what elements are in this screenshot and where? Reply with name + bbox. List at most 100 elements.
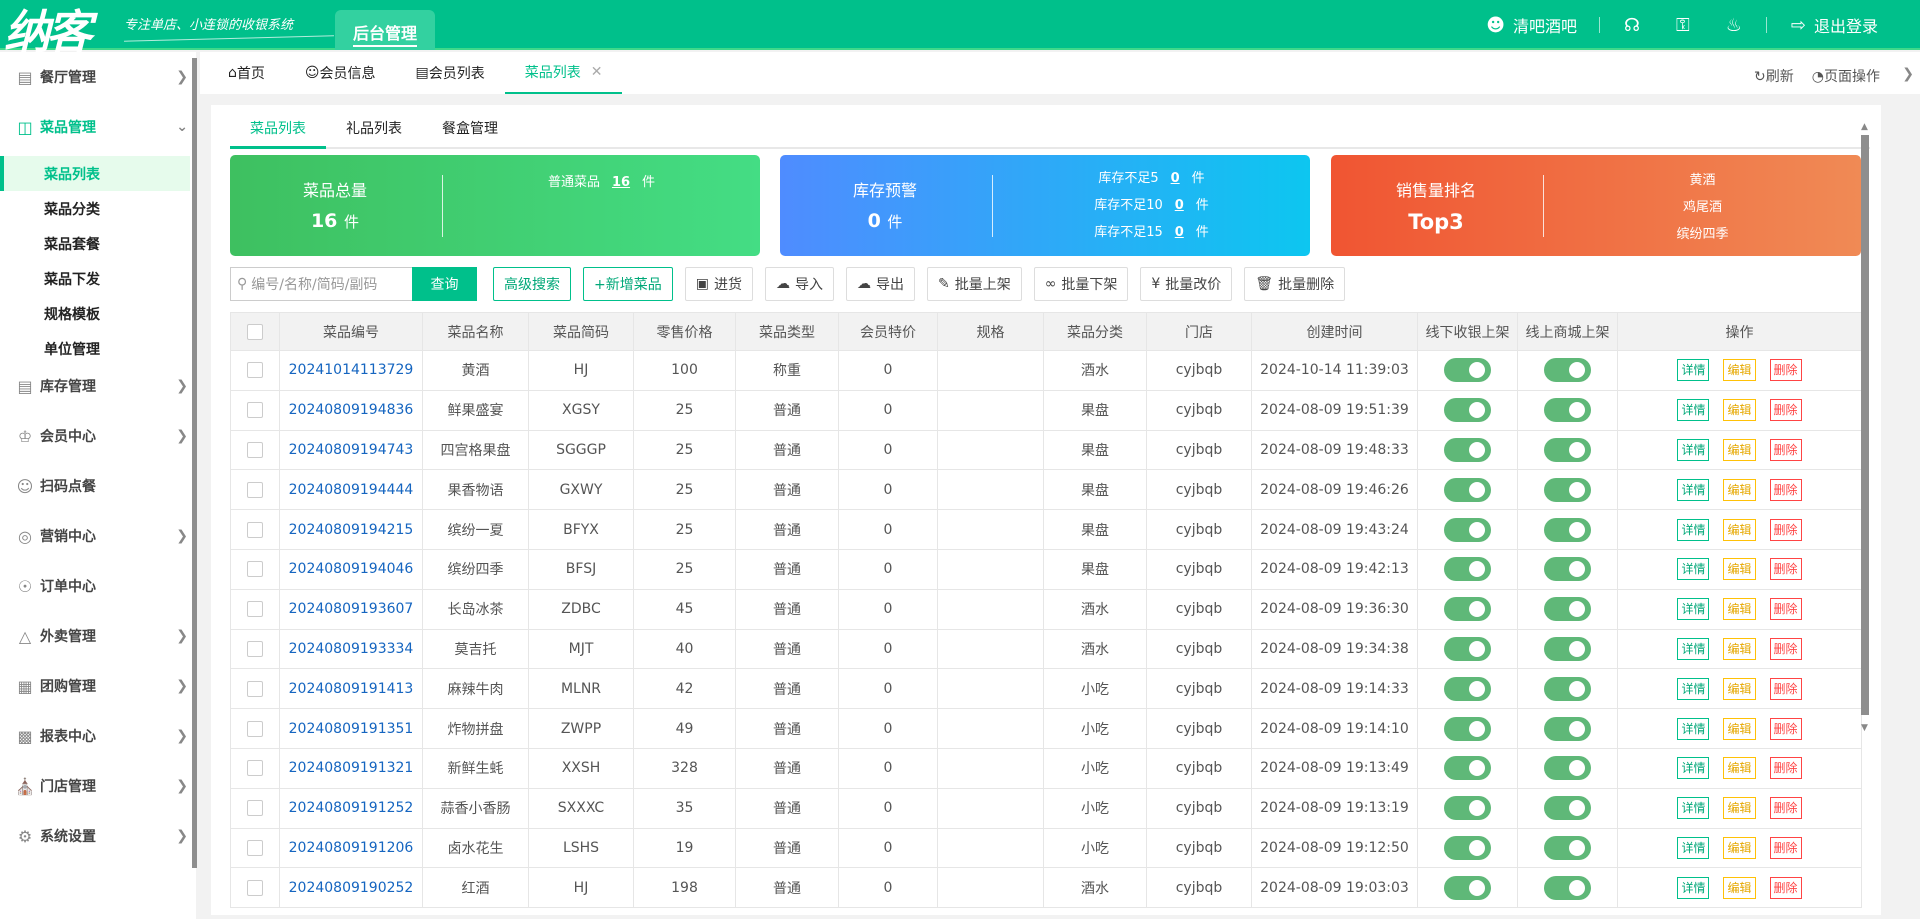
edit-button[interactable]: 编辑 xyxy=(1723,359,1756,382)
detail-button[interactable]: 详情 xyxy=(1677,598,1710,621)
offline-shelf-toggle[interactable] xyxy=(1444,597,1491,622)
inner-tab-dish-list[interactable]: 菜品列表 xyxy=(230,109,326,149)
detail-button[interactable]: 详情 xyxy=(1677,797,1710,820)
delete-button[interactable]: 删除 xyxy=(1769,757,1802,780)
row-checkbox[interactable] xyxy=(247,561,263,578)
row-checkbox[interactable] xyxy=(247,839,263,856)
advanced-search-button[interactable]: 高级搜索 xyxy=(493,267,571,301)
dish-code-link[interactable]: 20240809194444 xyxy=(279,469,423,511)
offline-shelf-toggle[interactable] xyxy=(1444,517,1491,542)
online-shelf-toggle[interactable] xyxy=(1544,398,1591,423)
sidebar-subitem[interactable]: 菜品分类 xyxy=(0,191,190,226)
online-shelf-toggle[interactable] xyxy=(1544,716,1591,741)
offline-shelf-toggle[interactable] xyxy=(1444,557,1491,582)
edit-button[interactable]: 编辑 xyxy=(1723,836,1756,859)
sidebar-item[interactable]: ☺ 扫码点餐 xyxy=(0,466,190,506)
offline-shelf-toggle[interactable] xyxy=(1444,676,1491,701)
sidebar-scrollbar[interactable] xyxy=(192,58,197,868)
dish-code-link[interactable]: 20241014113729 xyxy=(279,350,423,391)
sidebar-item[interactable]: △ 外卖管理 ❯ xyxy=(0,616,190,656)
row-checkbox[interactable] xyxy=(247,521,263,538)
delete-button[interactable]: 删除 xyxy=(1769,518,1802,541)
online-shelf-toggle[interactable] xyxy=(1544,477,1591,502)
offline-shelf-toggle[interactable] xyxy=(1444,358,1491,383)
module-tab-backend[interactable]: 后台管理 xyxy=(335,10,435,50)
user-name[interactable]: 清吧酒吧 xyxy=(1513,13,1577,37)
dish-code-link[interactable]: 20240809191413 xyxy=(279,668,423,710)
sidebar-item[interactable]: ▦ 团购管理 ❯ xyxy=(0,666,190,706)
edit-button[interactable]: 编辑 xyxy=(1723,399,1756,422)
delete-button[interactable]: 删除 xyxy=(1769,399,1802,422)
sidebar-item[interactable]: ◎ 营销中心 ❯ xyxy=(0,516,190,556)
row-checkbox[interactable] xyxy=(247,481,263,498)
offline-shelf-toggle[interactable] xyxy=(1444,875,1491,900)
detail-button[interactable]: 详情 xyxy=(1677,717,1710,740)
chevron-right-icon[interactable]: ❯ xyxy=(1902,66,1914,82)
inner-tab-gift-list[interactable]: 礼品列表 xyxy=(326,109,422,149)
delete-button[interactable]: 删除 xyxy=(1769,478,1802,501)
online-shelf-toggle[interactable] xyxy=(1544,557,1591,582)
select-all-checkbox[interactable] xyxy=(230,312,280,351)
detail-button[interactable]: 详情 xyxy=(1677,359,1710,382)
online-shelf-toggle[interactable] xyxy=(1544,517,1591,542)
inner-tab-box-manage[interactable]: 餐盒管理 xyxy=(422,109,518,149)
detail-button[interactable]: 详情 xyxy=(1677,558,1710,581)
row-checkbox[interactable] xyxy=(247,720,263,737)
tab-home[interactable]: ⌂ 首页 xyxy=(208,52,285,94)
detail-button[interactable]: 详情 xyxy=(1677,399,1710,422)
sidebar-item[interactable]: ◫ 菜品管理 ⌄ xyxy=(0,107,190,147)
detail-button[interactable]: 详情 xyxy=(1677,478,1710,501)
sidebar-item[interactable]: ⚙ 系统设置 ❯ xyxy=(0,816,190,856)
edit-button[interactable]: 编辑 xyxy=(1723,438,1756,461)
batch-delete-button[interactable]: 🗑 批量删除 xyxy=(1244,267,1346,301)
import-button[interactable]: ☁ 导入 xyxy=(764,267,834,301)
add-dish-button[interactable]: +新增菜品 xyxy=(583,267,673,301)
online-shelf-toggle[interactable] xyxy=(1544,437,1591,462)
offline-shelf-toggle[interactable] xyxy=(1444,835,1491,860)
normal-dish-count[interactable]: 16 xyxy=(608,175,634,190)
search-input[interactable]: ⚲ 编号/名称/简码/副码 xyxy=(230,267,412,301)
purchase-button[interactable]: ▣ 进货 xyxy=(684,267,753,301)
online-shelf-toggle[interactable] xyxy=(1544,597,1591,622)
dish-code-link[interactable]: 20240809194046 xyxy=(279,548,423,590)
edit-button[interactable]: 编辑 xyxy=(1723,637,1756,660)
tab-member-list[interactable]: ▤ 会员列表 xyxy=(396,52,505,94)
row-checkbox[interactable] xyxy=(247,601,263,618)
lock-icon[interactable]: ⚿ xyxy=(1676,15,1690,36)
row-checkbox[interactable] xyxy=(247,879,263,896)
dish-code-link[interactable]: 20240809194836 xyxy=(279,389,423,431)
dish-code-link[interactable]: 20240809193334 xyxy=(279,628,423,670)
delete-button[interactable]: 删除 xyxy=(1769,598,1802,621)
online-shelf-toggle[interactable] xyxy=(1544,636,1591,661)
delete-button[interactable]: 删除 xyxy=(1769,438,1802,461)
delete-button[interactable]: 删除 xyxy=(1769,677,1802,700)
detail-button[interactable]: 详情 xyxy=(1677,637,1710,660)
delete-button[interactable]: 删除 xyxy=(1769,836,1802,859)
refresh-button[interactable]: ↻刷新 xyxy=(1754,69,1794,85)
dish-code-link[interactable]: 20240809194215 xyxy=(279,509,423,550)
batch-unshelve-button[interactable]: ∞ 批量下架 xyxy=(1033,267,1129,301)
offline-shelf-toggle[interactable] xyxy=(1444,636,1491,661)
sidebar-item[interactable]: ▩ 报表中心 ❯ xyxy=(0,716,190,756)
export-button[interactable]: ☁ 导出 xyxy=(845,267,915,301)
offline-shelf-toggle[interactable] xyxy=(1444,437,1491,462)
detail-button[interactable]: 详情 xyxy=(1677,757,1710,780)
online-shelf-toggle[interactable] xyxy=(1544,875,1591,900)
offline-shelf-toggle[interactable] xyxy=(1444,756,1491,781)
delete-button[interactable]: 删除 xyxy=(1769,797,1802,820)
edit-button[interactable]: 编辑 xyxy=(1723,598,1756,621)
delete-button[interactable]: 删除 xyxy=(1769,637,1802,660)
dish-code-link[interactable]: 20240809190252 xyxy=(279,867,423,909)
dish-code-link[interactable]: 20240809191252 xyxy=(279,787,423,829)
stock-count[interactable]: 0 xyxy=(1171,198,1188,213)
row-checkbox[interactable] xyxy=(247,760,263,777)
edit-button[interactable]: 编辑 xyxy=(1723,677,1756,700)
offline-shelf-toggle[interactable] xyxy=(1444,716,1491,741)
stock-count[interactable]: 0 xyxy=(1171,225,1188,240)
tab-member-info[interactable]: ☺ 会员信息 xyxy=(285,52,396,94)
edit-button[interactable]: 编辑 xyxy=(1723,478,1756,501)
sidebar-item[interactable]: ▤ 库存管理 ❯ xyxy=(0,366,190,406)
stock-count[interactable]: 0 xyxy=(1167,171,1184,186)
row-checkbox[interactable] xyxy=(247,800,263,817)
offline-shelf-toggle[interactable] xyxy=(1444,398,1491,423)
